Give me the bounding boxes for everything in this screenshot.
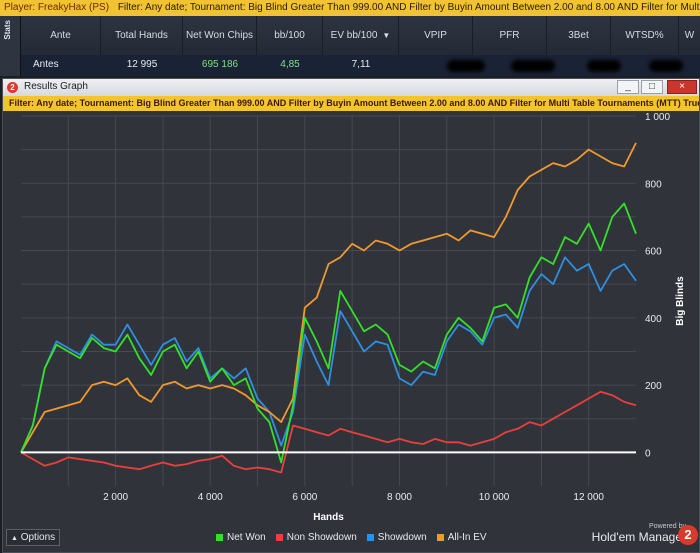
hm2-logo-icon: 2 (7, 82, 18, 93)
series-line-non-showdown (20, 390, 637, 474)
col-header-bb100[interactable]: bb/100 (257, 16, 323, 55)
y-tick-label: 1 000 (645, 112, 670, 123)
legend-label: All-In EV (447, 531, 487, 543)
y-axis-label: Big Blinds (675, 276, 686, 326)
col-header-total-hands[interactable]: Total Hands (101, 16, 183, 55)
x-tick-label: 2 000 (103, 492, 128, 503)
top-filter-bar: Player: FreakyHax (PS) Filter: Any date;… (0, 0, 700, 16)
close-button[interactable]: × (667, 80, 697, 94)
brand-block: Powered by Hold'em Manager 2 (591, 523, 698, 545)
y-tick-label: 200 (645, 381, 662, 392)
y-tick-label: 800 (645, 179, 662, 190)
legend-swatch (275, 533, 283, 541)
minimize-button[interactable]: _ (617, 80, 639, 94)
legend-label: Showdown (377, 531, 427, 543)
col-header-ante[interactable]: Ante (21, 16, 101, 55)
stats-side-label: Stats (3, 20, 12, 40)
legend-item: Showdown (366, 531, 427, 543)
col-header-ev-bb100[interactable]: EV bb/100 ▼ (323, 16, 399, 55)
hm2-brand-logo-icon: 2 (678, 525, 698, 545)
col-header-more[interactable]: W (679, 16, 700, 55)
y-tick-label: 0 (645, 448, 651, 459)
stats-table: Ante Total Hands Net Won Chips bb/100 EV… (21, 16, 700, 76)
cell-total-hands: 12 995 (126, 59, 158, 70)
graph-filter-bar: Filter: Any date; Tournament: Big Blind … (3, 96, 699, 111)
legend-label: Non Showdown (286, 531, 357, 543)
col-header-more-label: W (684, 30, 695, 41)
brand-name: Hold'em Manager (591, 530, 686, 544)
sort-down-icon: ▼ (382, 31, 391, 40)
cell-net-won: 695 186 (201, 59, 239, 70)
col-header-pfr[interactable]: PFR (473, 16, 547, 55)
legend-item: Net Won (216, 531, 266, 543)
window-title: Results Graph (24, 81, 88, 92)
window-titlebar[interactable]: 2 Results Graph _ □ × (3, 79, 699, 96)
legend-label: Net Won (227, 531, 266, 543)
col-header-ev-label: EV bb/100 (330, 30, 378, 41)
cell-ev-bb100: 7,11 (351, 59, 371, 70)
legend-swatch (366, 533, 374, 541)
options-caret-icon: ▲ (11, 535, 18, 542)
x-tick-label: 8 000 (387, 492, 412, 503)
col-header-wtsd[interactable]: WTSD% (611, 16, 679, 55)
options-button[interactable]: ▲ Options (6, 529, 60, 546)
col-header-vpip[interactable]: VPIP (399, 16, 473, 55)
x-axis-label: Hands (313, 512, 344, 523)
legend-swatch (216, 533, 223, 541)
redacted-3bet (587, 60, 621, 72)
redacted-wtsd (649, 60, 683, 72)
x-tick-label: 12 000 (573, 492, 604, 503)
stats-side-tab[interactable]: Stats (0, 16, 21, 76)
legend-swatch (436, 533, 444, 541)
y-tick-label: 600 (645, 247, 662, 258)
x-tick-label: 6 000 (292, 492, 317, 503)
x-tick-label: 4 000 (198, 492, 223, 503)
results-graph-window: 2 Results Graph _ □ × Filter: Any date; … (2, 78, 700, 553)
stats-header-row: Ante Total Hands Net Won Chips bb/100 EV… (21, 16, 700, 55)
cell-bb100: 4,85 (280, 59, 300, 70)
options-label: Options (20, 532, 56, 543)
powered-by-label: Powered by (649, 523, 686, 530)
results-chart: 2 000 4 000 6 000 8 000 10 000 12 000 0 200 400 6… (20, 112, 686, 523)
graph-area[interactable]: 2 000 4 000 6 000 8 000 10 000 12 000 0 200 400 6… (3, 111, 699, 552)
table-row[interactable]: Antes 12 995 695 186 4,85 7,11 (21, 55, 700, 75)
player-label: Player: FreakyHax (PS) (4, 2, 110, 13)
redacted-pfr (511, 60, 555, 72)
col-header-3bet[interactable]: 3Bet (547, 16, 611, 55)
chart-legend: Net Won Non Showdown Showdown All-In EV (216, 531, 487, 543)
legend-item: Non Showdown (275, 531, 357, 543)
filter-label: Filter: Any date; Tournament: Big Blind … (117, 2, 700, 13)
redacted-vpip (447, 60, 485, 72)
legend-item: All-In EV (436, 531, 487, 543)
x-tick-label: 10 000 (479, 492, 510, 503)
series-line-all-in-ev (20, 142, 637, 453)
cell-ante: Antes (33, 59, 59, 70)
y-tick-label: 400 (645, 314, 662, 325)
col-header-net-won[interactable]: Net Won Chips (183, 16, 257, 55)
maximize-button[interactable]: □ (641, 80, 663, 94)
